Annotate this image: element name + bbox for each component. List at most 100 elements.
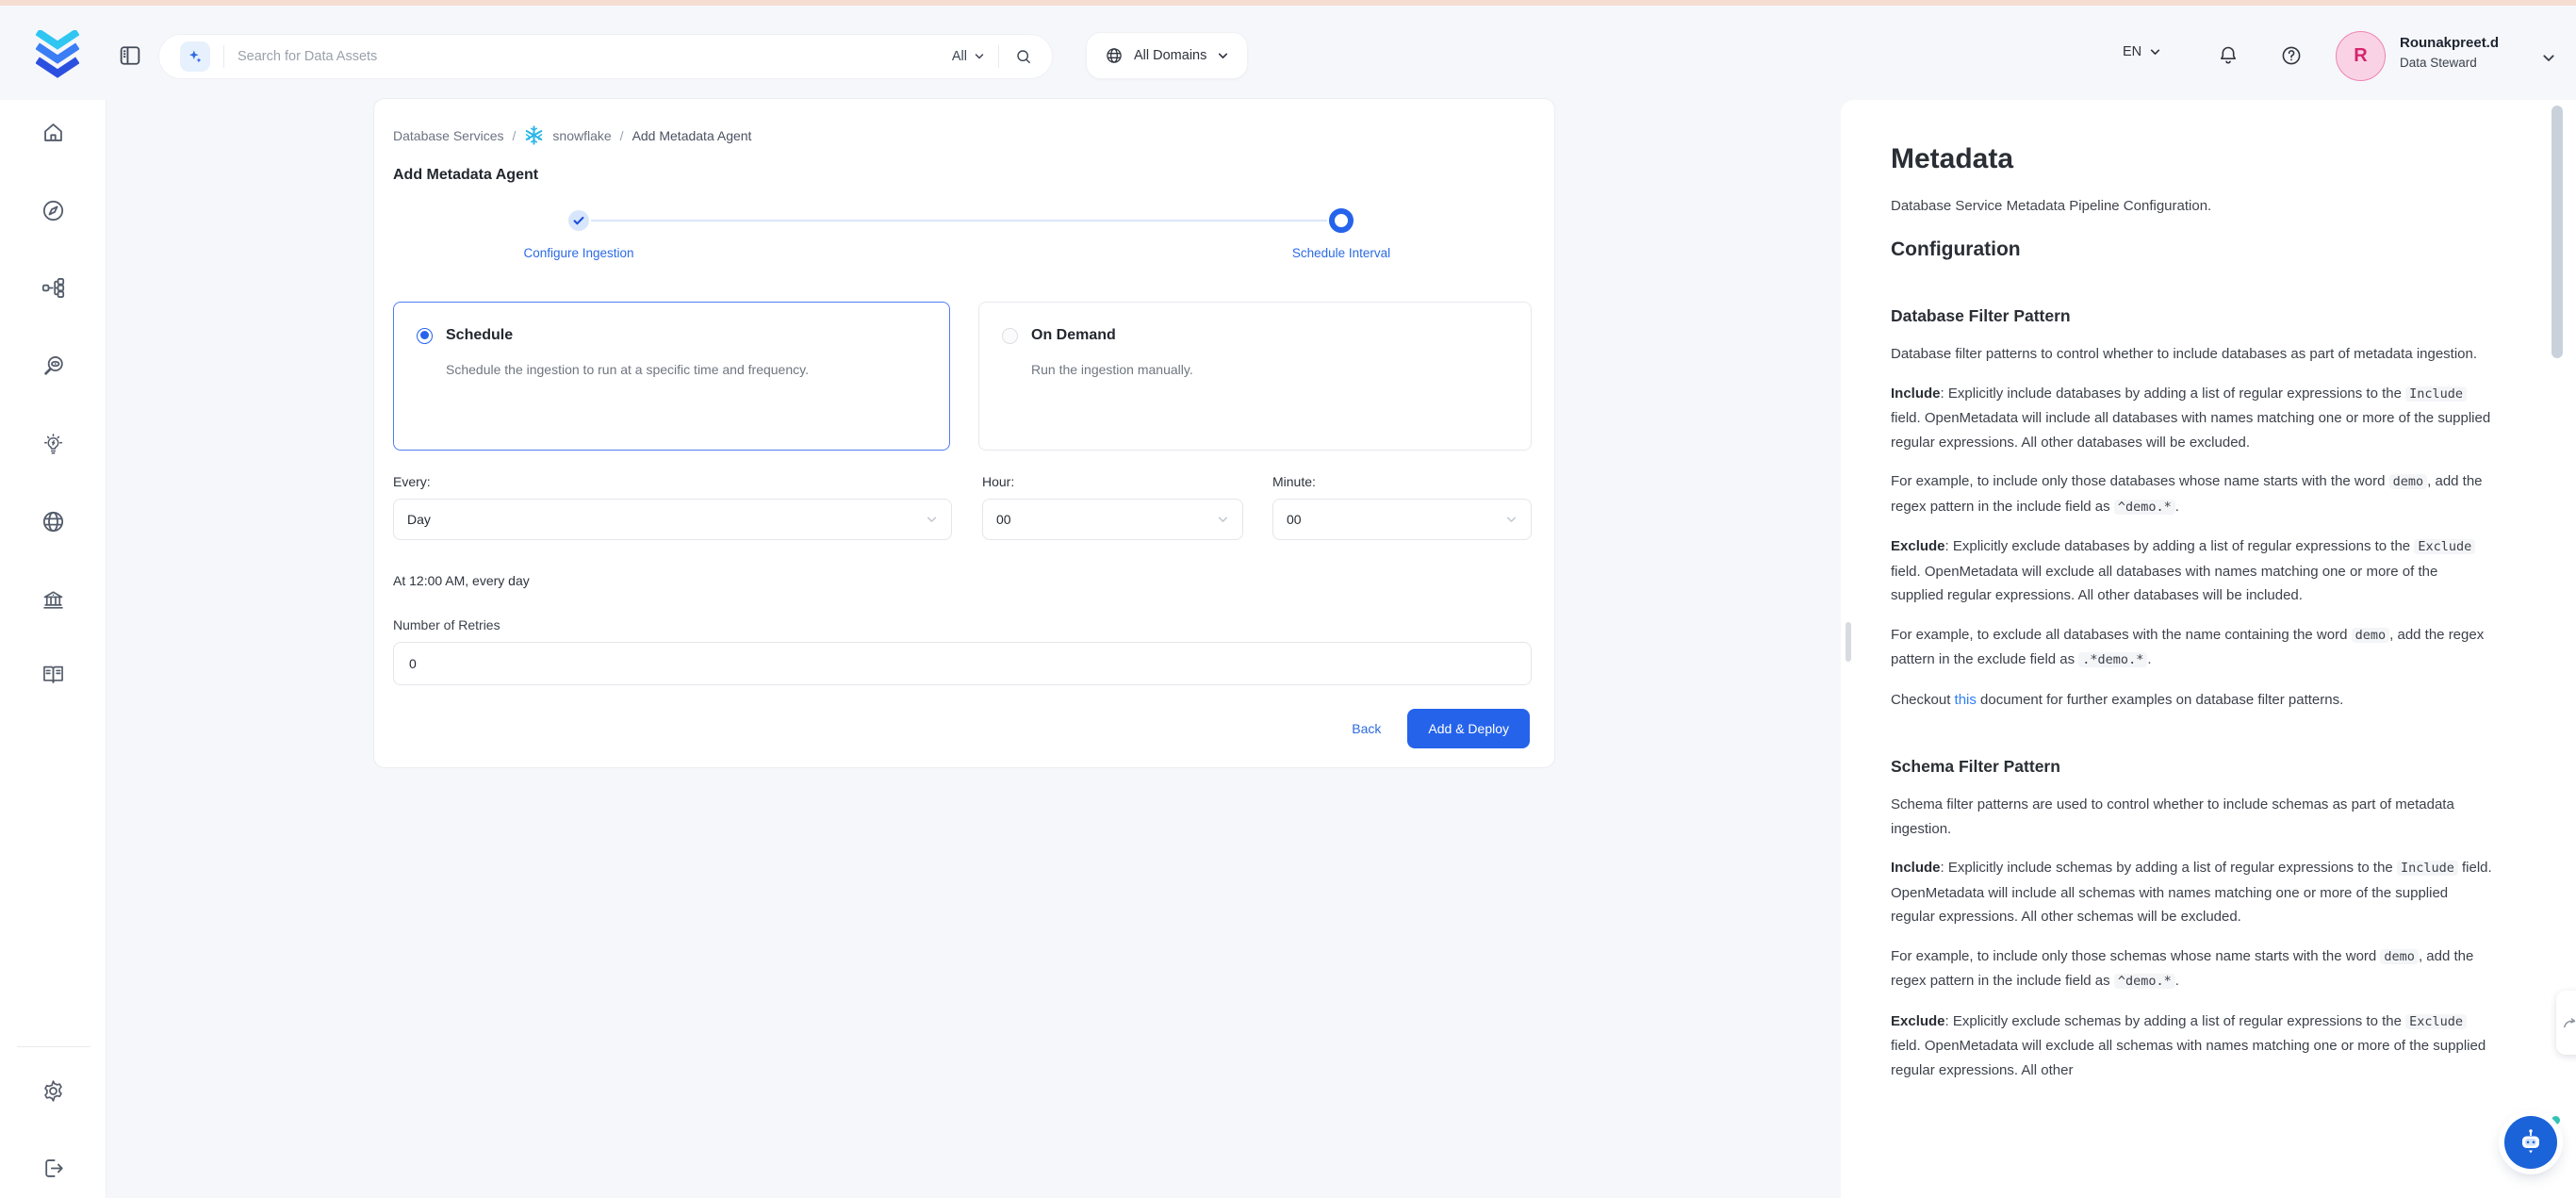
user-menu-chevron-icon[interactable] xyxy=(2541,51,2556,66)
domains-label: All Domains xyxy=(1134,48,1206,63)
sidebar-divider xyxy=(17,1046,90,1047)
search-divider xyxy=(223,45,224,68)
avatar-initial: R xyxy=(2354,45,2367,67)
database-filter-paragraph: Database filter patterns to control whet… xyxy=(1891,342,2494,367)
curved-arrow-icon xyxy=(2562,1014,2576,1031)
docs-panel: Metadata Database Service Metadata Pipel… xyxy=(1841,100,2576,1198)
stepper-connector xyxy=(591,220,1327,222)
chevron-down-icon xyxy=(1505,514,1518,526)
hour-select-value: 00 xyxy=(996,512,1011,527)
every-label: Every: xyxy=(393,474,431,489)
database-filter-heading: Database Filter Pattern xyxy=(1891,306,2494,326)
schedule-option-card[interactable]: Schedule Schedule the ingestion to run a… xyxy=(393,302,950,451)
schedule-summary: At 12:00 AM, every day xyxy=(393,573,530,588)
chevron-down-icon xyxy=(1217,50,1229,62)
step-done-check-icon[interactable] xyxy=(567,209,590,232)
panel-scrollbar-thumb[interactable] xyxy=(2551,106,2563,358)
every-select-value: Day xyxy=(407,512,431,527)
left-nav-sidebar xyxy=(0,100,107,1198)
wizard-stepper: Configure Ingestion Schedule Interval xyxy=(393,201,1532,286)
chevron-down-icon xyxy=(1217,514,1229,526)
help-icon[interactable] xyxy=(2280,44,2303,67)
back-button[interactable]: Back xyxy=(1352,721,1381,736)
openmetadata-logo-icon[interactable] xyxy=(36,30,79,79)
on-demand-option-description: Run the ingestion manually. xyxy=(1031,356,1446,383)
step-label-configure-ingestion[interactable]: Configure Ingestion xyxy=(456,246,701,260)
breadcrumb: Database Services / snowflake / Add Meta… xyxy=(393,125,751,145)
insights-bulb-icon[interactable] xyxy=(41,432,66,457)
schema-filter-paragraph: Exclude: Explicitly exclude schemas by a… xyxy=(1891,1009,2494,1083)
logout-icon[interactable] xyxy=(41,1156,66,1181)
robot-icon xyxy=(2515,1126,2547,1158)
minute-label: Minute: xyxy=(1272,474,1316,489)
hour-select[interactable]: 00 xyxy=(982,499,1243,540)
on-demand-option-card[interactable]: On Demand Run the ingestion manually. xyxy=(978,302,1532,451)
chevron-down-icon xyxy=(926,514,938,526)
search-scope-label: All xyxy=(952,49,967,64)
add-metadata-agent-card: Database Services / snowflake / Add Meta… xyxy=(373,98,1555,768)
globe-icon xyxy=(1105,46,1124,65)
app-header: Search for Data Assets All All Domains E… xyxy=(0,6,2576,100)
schema-filter-paragraph: Include: Explicitly include schemas by a… xyxy=(1891,856,2494,929)
notifications-bell-icon[interactable] xyxy=(2217,44,2240,67)
retries-label: Number of Retries xyxy=(393,617,500,632)
lineage-flow-icon[interactable] xyxy=(41,275,66,301)
explore-compass-icon[interactable] xyxy=(41,198,66,223)
chevron-down-icon xyxy=(2149,46,2161,58)
minute-select-value: 00 xyxy=(1287,512,1302,527)
every-select[interactable]: Day xyxy=(393,499,952,540)
user-avatar[interactable]: R xyxy=(2336,31,2386,81)
database-filter-paragraph-link[interactable]: Checkout this document for further examp… xyxy=(1891,688,2494,713)
add-and-deploy-button[interactable]: Add & Deploy xyxy=(1407,709,1530,748)
observability-icon[interactable] xyxy=(41,353,66,379)
retries-input[interactable] xyxy=(393,642,1532,685)
schema-filter-heading: Schema Filter Pattern xyxy=(1891,757,2494,777)
search-icon[interactable] xyxy=(1014,47,1033,66)
breadcrumb-separator: / xyxy=(620,128,624,143)
user-menu[interactable]: Rounakpreet.d Data Steward xyxy=(2400,35,2499,70)
glossary-book-icon[interactable] xyxy=(41,662,66,687)
collapsed-widget-tab[interactable] xyxy=(2556,991,2576,1055)
chevron-down-icon xyxy=(974,51,985,62)
database-filter-paragraph: For example, to exclude all databases wi… xyxy=(1891,623,2494,673)
governance-bank-icon[interactable] xyxy=(41,587,66,613)
schedule-radio[interactable] xyxy=(417,328,433,344)
on-demand-radio[interactable] xyxy=(1002,328,1018,344)
schema-filter-paragraph: Schema filter patterns are used to contr… xyxy=(1891,793,2494,841)
user-role: Data Steward xyxy=(2400,56,2499,70)
page-title: Add Metadata Agent xyxy=(393,167,538,184)
docs-content: Metadata Database Service Metadata Pipel… xyxy=(1841,100,2546,1082)
wizard-actions: Back Add & Deploy xyxy=(1352,709,1530,748)
ai-sparkle-icon[interactable] xyxy=(180,41,210,72)
global-search-bar[interactable]: Search for Data Assets All xyxy=(158,34,1053,79)
docs-subtitle: Database Service Metadata Pipeline Confi… xyxy=(1891,198,2494,214)
database-filter-paragraph: For example, to include only those datab… xyxy=(1891,469,2494,519)
breadcrumb-database-services[interactable]: Database Services xyxy=(393,128,504,143)
database-filter-paragraph: Include: Explicitly include databases by… xyxy=(1891,382,2494,455)
language-selector[interactable]: EN xyxy=(2123,44,2161,59)
search-divider xyxy=(998,45,999,68)
snowflake-icon xyxy=(524,125,544,145)
chatbot-status-dot xyxy=(2551,1116,2560,1124)
schedule-option-title: Schedule xyxy=(446,327,513,344)
chatbot-button[interactable] xyxy=(2504,1116,2557,1169)
user-name: Rounakpreet.d xyxy=(2400,35,2499,51)
sidebar-toggle-icon[interactable] xyxy=(117,42,143,69)
settings-gear-icon[interactable] xyxy=(41,1078,66,1104)
breadcrumb-snowflake[interactable]: snowflake xyxy=(552,128,611,143)
search-scope-dropdown[interactable]: All xyxy=(952,49,985,64)
domains-globe-icon[interactable] xyxy=(41,509,66,534)
schema-filter-paragraph: For example, to include only those schem… xyxy=(1891,944,2494,994)
docs-title: Metadata xyxy=(1891,143,2494,175)
schedule-option-description: Schedule the ingestion to run at a speci… xyxy=(446,356,861,383)
domains-dropdown[interactable]: All Domains xyxy=(1086,32,1248,79)
minute-select[interactable]: 00 xyxy=(1272,499,1532,540)
on-demand-option-title: On Demand xyxy=(1031,327,1116,344)
step-active-ring[interactable] xyxy=(1329,208,1354,233)
search-input[interactable]: Search for Data Assets xyxy=(238,49,952,64)
database-filter-paragraph: Exclude: Explicitly exclude databases by… xyxy=(1891,534,2494,608)
home-icon[interactable] xyxy=(41,120,66,145)
breadcrumb-current: Add Metadata Agent xyxy=(632,128,752,143)
docs-configuration-heading: Configuration xyxy=(1891,238,2494,261)
breadcrumb-separator: / xyxy=(513,128,517,143)
